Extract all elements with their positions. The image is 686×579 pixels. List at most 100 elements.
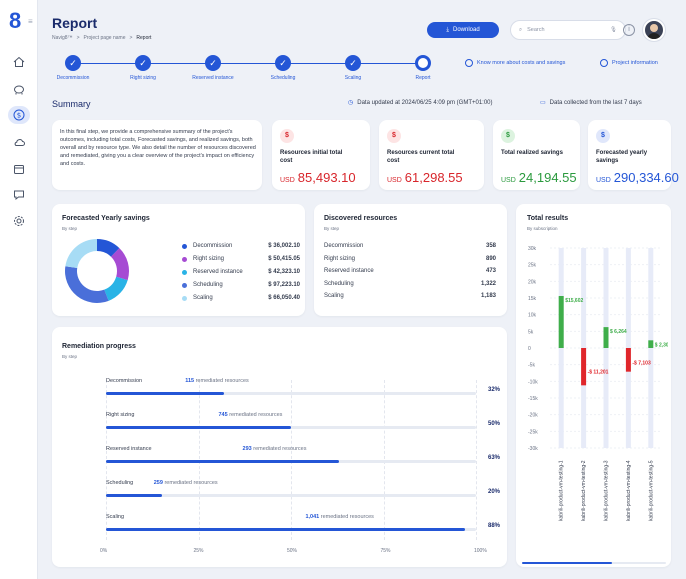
settings-icon[interactable] — [8, 212, 30, 230]
microphone-icon[interactable]: 🎙 — [610, 27, 617, 33]
cloud-icon[interactable] — [8, 133, 30, 151]
check-icon: ✓ — [135, 55, 151, 71]
bar-3[interactable] — [603, 327, 609, 348]
dollar-icon: $ — [387, 129, 401, 143]
discovered-row: Right sizing 890 — [324, 256, 496, 262]
remediation-suffix: remediated resources — [195, 378, 249, 384]
step-reserved-instance[interactable]: ✓ Reserved instance — [178, 55, 248, 81]
remediation-count-value: 745 — [218, 412, 228, 418]
download-icon: ⤓ — [446, 26, 449, 33]
remediation-label: Scaling — [106, 514, 125, 520]
step-report[interactable]: Report — [388, 55, 458, 81]
discovered-row: Decommission 358 — [324, 243, 496, 249]
summary-description: In this final step, we provide a compreh… — [60, 129, 256, 167]
legend-dot — [182, 243, 187, 249]
summary-title: Summary — [52, 99, 91, 109]
legend-label: Scaling — [193, 295, 213, 301]
chart-scrollbar[interactable] — [522, 562, 666, 564]
y-tick-label: 5k — [528, 329, 534, 335]
breadcrumb-current: Report — [136, 35, 152, 41]
progress-track — [106, 460, 476, 463]
step-label: Decommission — [56, 75, 90, 81]
remediation-label: Decommission — [106, 378, 143, 384]
step-decommission[interactable]: ✓ Decommission — [38, 55, 108, 81]
bar-4[interactable] — [625, 348, 631, 372]
remediation-count-value: 1,041 — [305, 514, 320, 520]
total-results-subtitle: By subscription — [527, 226, 558, 231]
costs-info-link[interactable]: Know more about costs and savings — [465, 59, 565, 67]
remediation-suffix: remediated resources — [320, 514, 374, 520]
step-scheduling[interactable]: ✓ Scheduling — [248, 55, 318, 81]
bar-data-label: $15,602 — [565, 298, 583, 304]
discovered-value: 473 — [485, 268, 496, 274]
donut-slice-scheduling[interactable] — [65, 266, 109, 303]
info-icon[interactable]: i — [623, 24, 635, 36]
remediation-percent: 50% — [488, 421, 501, 427]
progress-fill — [106, 460, 340, 463]
legend-item: Scheduling $ 97,223.10 — [182, 282, 300, 288]
axis-tick-label: 75% — [380, 548, 391, 554]
home-icon[interactable] — [8, 53, 30, 71]
kpi-value: USD 85,493.10 — [280, 170, 356, 185]
discovered-label: Scaling — [324, 293, 344, 299]
step-label: Scheduling — [270, 75, 296, 81]
bar-5[interactable] — [648, 340, 654, 348]
search-icon: ⌕ — [519, 26, 523, 33]
progress-fill — [106, 528, 465, 531]
kpi-value: USD 290,334.60 — [596, 170, 679, 185]
chat-icon[interactable] — [8, 186, 30, 204]
bar-1[interactable] — [558, 295, 564, 348]
axis-tick-label: 50% — [287, 548, 298, 554]
legend-item: Scaling $ 66,050.40 — [182, 295, 300, 301]
legend-value: $ 97,223.10 — [268, 282, 300, 288]
dollar-icon[interactable]: $ — [8, 106, 30, 124]
chart-scrollbar-thumb[interactable] — [522, 562, 612, 564]
discovered-value: 1,183 — [480, 293, 496, 299]
calendar-icon[interactable] — [8, 160, 30, 178]
legend-value: $ 66,050.40 — [268, 295, 300, 301]
data-collected: ▭ Data collected from the last 7 days — [540, 99, 642, 107]
legend-label: Right sizing — [193, 256, 225, 262]
kpi-amount: 61,298.55 — [404, 170, 463, 185]
remediation-percent: 63% — [488, 455, 501, 461]
brand-logo[interactable]: 8 — [9, 10, 21, 32]
avatar[interactable] — [643, 19, 665, 41]
remediation-title: Remediation progress — [62, 343, 136, 350]
legend-dot — [182, 295, 187, 301]
progress-fill — [106, 426, 291, 429]
breadcrumb-separator: > — [76, 35, 80, 41]
breadcrumb-project[interactable]: Project page name — [84, 35, 126, 41]
progress-track — [106, 494, 476, 497]
donut-slice-scaling[interactable] — [65, 239, 97, 269]
step-scaling[interactable]: ✓ Scaling — [318, 55, 388, 81]
step-label: Report — [415, 75, 431, 81]
project-info-link[interactable]: Project information — [600, 59, 658, 67]
grid-line — [476, 380, 477, 540]
check-icon: ✓ — [275, 55, 291, 71]
app: 8 ≡ $ Report Navig8™ > Project page name… — [0, 0, 686, 579]
legend-dot — [182, 256, 187, 262]
kpi-label: Resources initial total cost — [280, 150, 343, 164]
kpi-currency: USD — [387, 177, 402, 184]
project-info-label: Project information — [612, 60, 658, 66]
legend-label: Decommission — [193, 243, 233, 249]
kpi-amount: 24,194.55 — [518, 170, 577, 185]
remediation-count: 745 remediated resources — [219, 412, 283, 418]
breadcrumb-root[interactable]: Navig8™ — [52, 35, 73, 41]
bar-2[interactable] — [581, 348, 587, 386]
y-tick-label: -20k — [528, 413, 538, 419]
donut-slice-reserved-instance[interactable] — [104, 276, 128, 301]
y-tick-label: 15k — [528, 296, 537, 302]
legend-value: $ 36,002.10 — [268, 243, 300, 249]
search-input[interactable]: ⌕ Search 🎙 — [510, 20, 626, 40]
clock-icon: ◷ — [348, 100, 354, 106]
step-right-sizing[interactable]: ✓ Right sizing — [108, 55, 178, 81]
discovered-subtitle: By step — [324, 226, 340, 231]
dollar-icon: $ — [596, 129, 610, 143]
kpi-currency: USD — [596, 177, 611, 184]
discovered-row: Reserved instance 473 — [324, 268, 496, 274]
menu-toggle-icon[interactable]: ≡ — [28, 17, 33, 26]
download-button[interactable]: ⤓ Download — [427, 22, 499, 38]
piggy-bank-icon[interactable] — [8, 80, 30, 98]
remediation-count-value: 115 — [185, 378, 195, 384]
